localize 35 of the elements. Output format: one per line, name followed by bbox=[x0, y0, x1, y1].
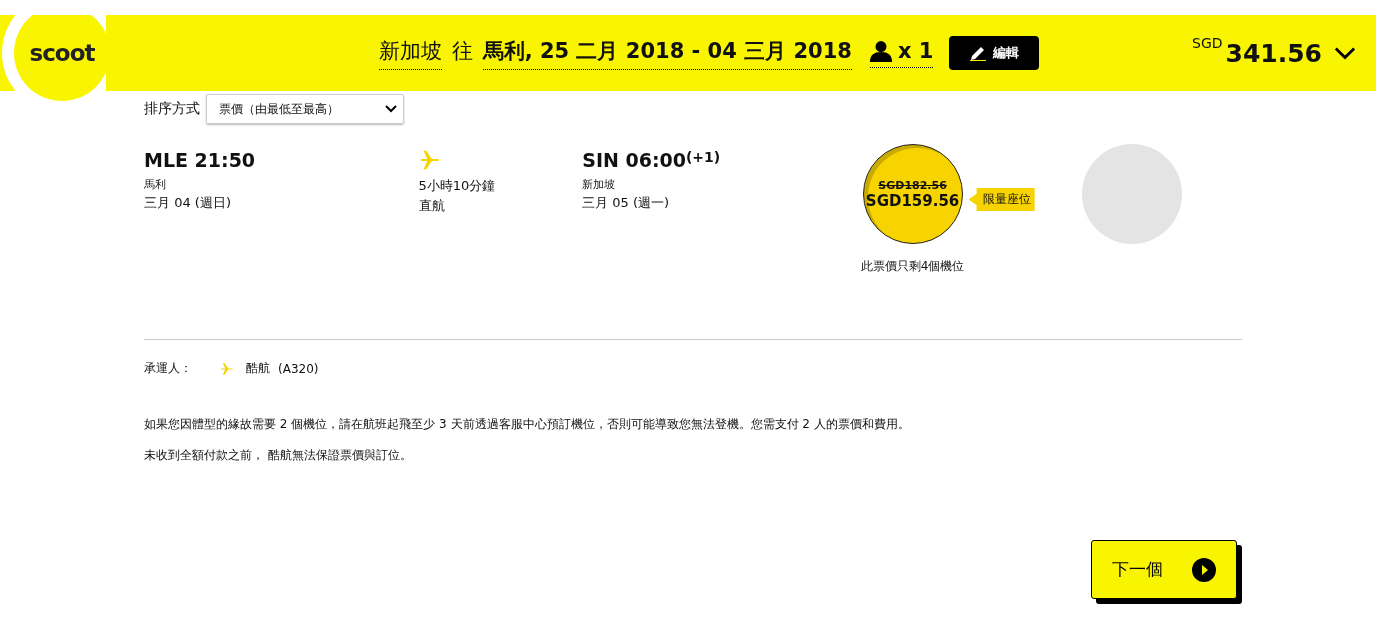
play-circle-icon bbox=[1191, 557, 1216, 582]
route-dates-field[interactable]: 馬利, 25 二月 2018 - 04 三月 2018 bbox=[482, 36, 852, 70]
total-price: 341.56 bbox=[1225, 38, 1322, 68]
seats-left-note: 此票價只剩4個機位 bbox=[860, 258, 965, 275]
chevron-down-icon[interactable] bbox=[1334, 46, 1356, 60]
carrier-label: 承運人： bbox=[144, 360, 193, 377]
currency-label: SGD bbox=[1192, 34, 1223, 51]
notice-text: 如果您因體型的緣故需要 2 個機位，請在航班起飛至少 3 天前透過客服中心預訂機位，否則可能導致您無法登機。您需支付 2 人的票價和費用。 bbox=[144, 416, 911, 433]
sort-dropdown[interactable]: 票價（由最低至最高） bbox=[206, 94, 404, 124]
route-text: 往 bbox=[451, 37, 473, 65]
person-icon bbox=[869, 39, 892, 62]
edit-button[interactable]: 編輯 bbox=[949, 36, 1040, 70]
chevron-down-icon bbox=[385, 105, 397, 113]
airplane-icon bbox=[220, 361, 234, 376]
pencil-icon bbox=[969, 45, 988, 61]
flight-duration: 5小時10分鐘 bbox=[418, 177, 497, 195]
fare-price: SGD159.56 bbox=[865, 191, 960, 210]
aircraft-type: (A320) bbox=[278, 361, 319, 376]
notice-text: 未收到全額付款之前， 酷航無法保證票價與訂位。 bbox=[144, 447, 413, 464]
departure-city: 馬利 bbox=[144, 177, 167, 192]
departure-date: 三月 04 (週日) bbox=[144, 194, 232, 212]
origin-field[interactable]: 新加坡 bbox=[378, 36, 442, 70]
limited-seats-tag: 限量座位 bbox=[968, 188, 1035, 211]
fare-circle[interactable]: SGD182.56 SGD159.56 bbox=[862, 144, 963, 244]
original-price: SGD182.56 bbox=[878, 178, 947, 192]
flight-stops: 直航 bbox=[418, 197, 446, 215]
arrival-city: 新加坡 bbox=[582, 177, 617, 192]
airplane-icon bbox=[418, 149, 441, 171]
carrier-name: 酷航 bbox=[246, 360, 270, 377]
arrival-time: SIN 06:00 bbox=[582, 149, 686, 171]
arrival-date: 三月 05 (週一) bbox=[582, 194, 671, 212]
passenger-field[interactable]: x 1 bbox=[869, 38, 934, 68]
next-day-mark: (+1) bbox=[685, 149, 721, 165]
sort-label: 排序方式 bbox=[144, 100, 200, 118]
departure-time: MLE 21:50 bbox=[144, 149, 257, 171]
